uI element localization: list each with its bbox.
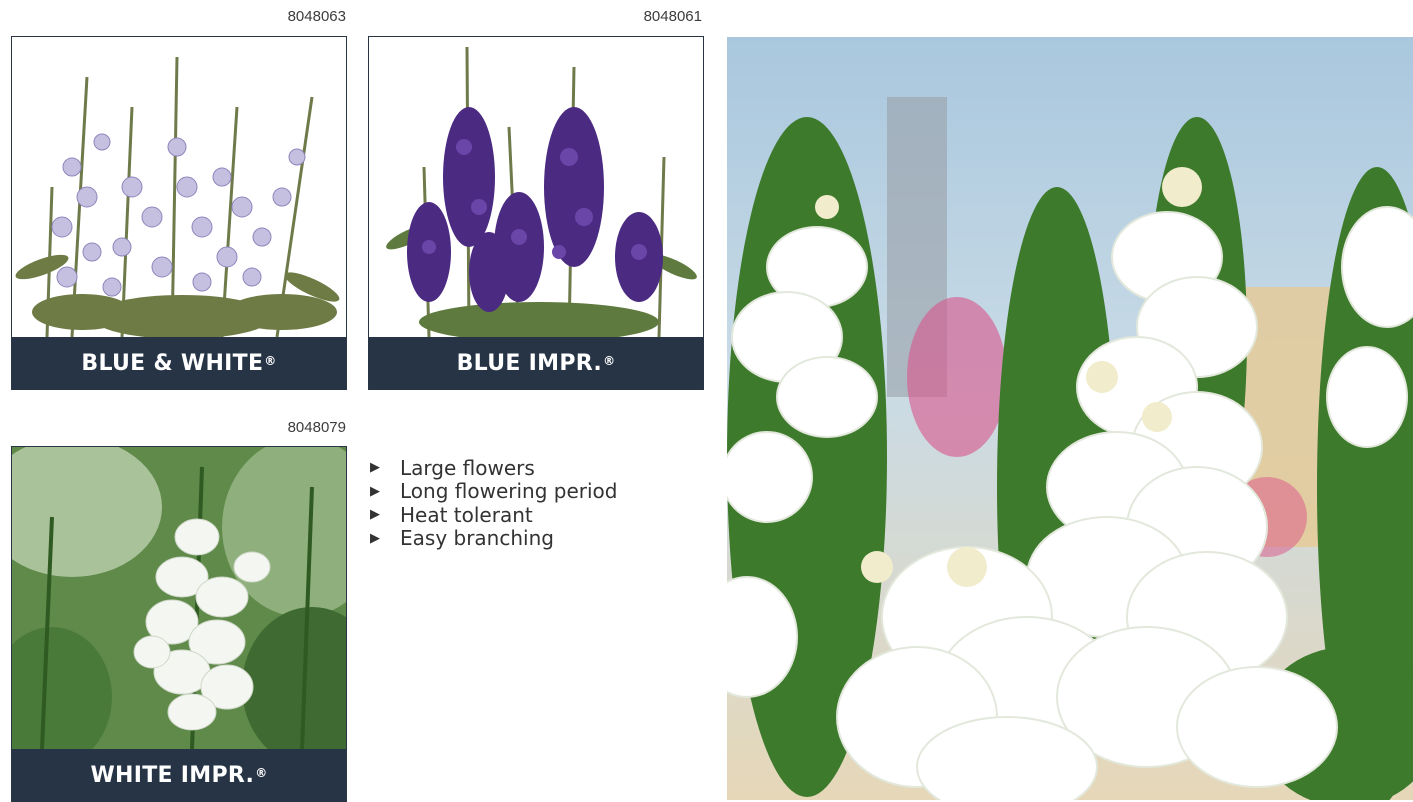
registered-mark: ®: [264, 354, 277, 368]
feature-item: ▶ Easy branching: [370, 526, 617, 551]
hero-photo-white-flowers: [727, 37, 1413, 800]
product-photo-white-impr: [12, 447, 346, 749]
triangle-right-icon: ▶: [370, 507, 380, 523]
triangle-right-icon: ▶: [370, 460, 380, 476]
registered-mark: ®: [255, 766, 268, 780]
feature-list: ▶ Large flowers ▶ Long flowering period ▶ H…: [370, 456, 618, 551]
product-code-blue-white: 8048063: [287, 8, 346, 25]
product-card-blue-white[interactable]: BLUE & WHITE ®: [11, 36, 347, 390]
triangle-right-icon: ▶: [370, 530, 380, 546]
product-code-blue-impr: 8048061: [643, 8, 702, 25]
product-photo-blue-white: [12, 37, 346, 337]
product-label-white-impr: WHITE IMPR. ®: [12, 749, 346, 801]
product-card-white-impr[interactable]: WHITE IMPR. ®: [11, 446, 347, 802]
feature-item: ▶ Heat tolerant: [370, 503, 617, 527]
product-name: BLUE & WHITE: [81, 350, 264, 376]
feature-item: ▶ Long flowering period: [370, 479, 618, 504]
registered-mark: ®: [603, 354, 616, 368]
product-name: BLUE IMPR.: [456, 350, 603, 376]
feature-text: Long flowering period: [400, 479, 618, 504]
triangle-right-icon: ▶: [370, 483, 380, 499]
product-photo-blue-impr: [369, 37, 703, 337]
feature-text: Heat tolerant: [400, 502, 533, 527]
product-label-blue-white: BLUE & WHITE ®: [12, 337, 346, 389]
feature-text: Easy branching: [400, 526, 554, 551]
product-code-white-impr: 8048079: [287, 419, 346, 436]
product-label-blue-impr: BLUE IMPR. ®: [369, 337, 703, 389]
feature-item: ▶ Large flowers: [370, 456, 617, 480]
product-name: WHITE IMPR.: [90, 762, 255, 788]
feature-text: Large flowers: [400, 455, 535, 480]
product-card-blue-impr[interactable]: BLUE IMPR. ®: [368, 36, 704, 390]
